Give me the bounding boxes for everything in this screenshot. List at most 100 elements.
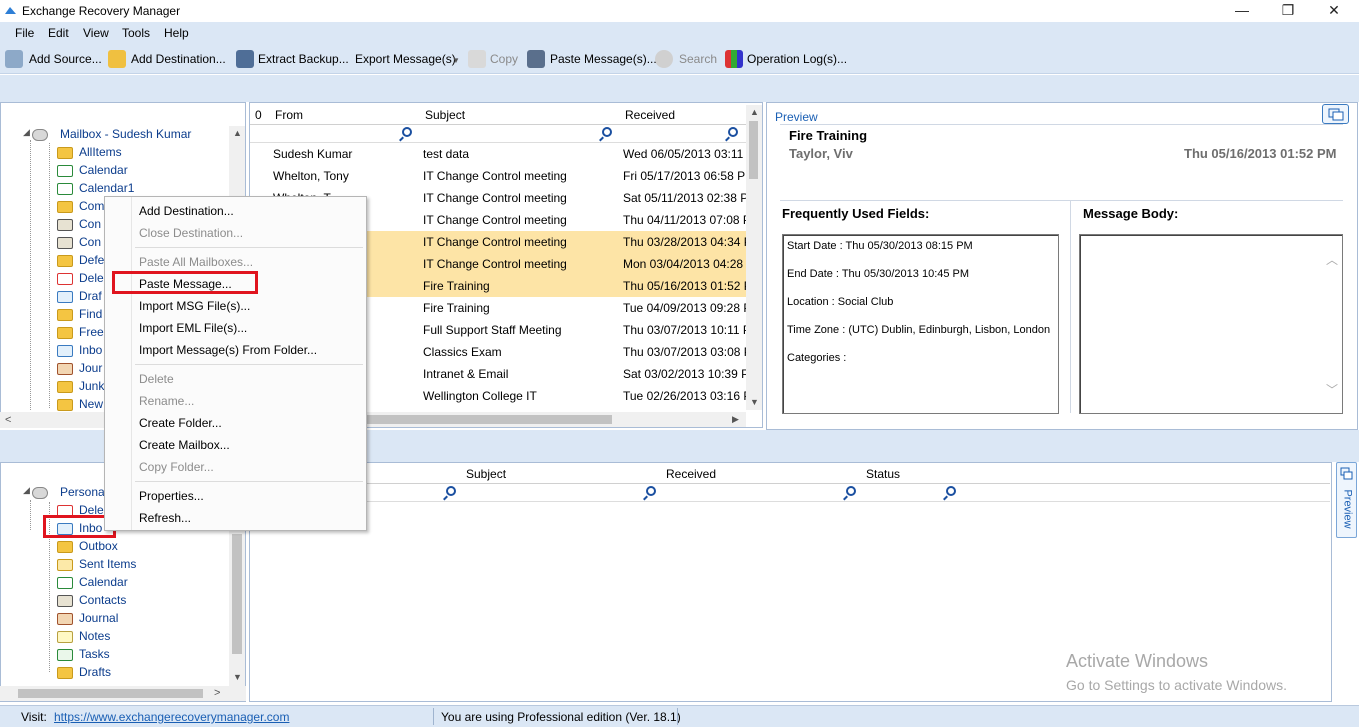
- filter-search-icon[interactable]: [946, 486, 956, 496]
- menu-import-from-folder[interactable]: Import Message(s) From Folder...: [139, 343, 317, 357]
- menu-rename[interactable]: Rename...: [139, 394, 194, 408]
- filter-row: [250, 125, 746, 143]
- close-button[interactable]: ✕: [1311, 0, 1357, 22]
- inbox-icon: [57, 345, 73, 357]
- scroll-up-icon[interactable]: ▲: [750, 107, 759, 117]
- message-grid-header: 0 From Subject Received: [250, 105, 746, 125]
- message-body-box[interactable]: ︿ ﹀: [1079, 234, 1343, 414]
- from-column-header[interactable]: From: [275, 108, 303, 122]
- dest-received-column-header[interactable]: Received: [666, 467, 716, 481]
- scroll-left-icon[interactable]: <: [5, 414, 11, 426]
- fields-title: Frequently Used Fields:: [782, 206, 930, 221]
- attachment-column-icon[interactable]: 0: [255, 108, 262, 122]
- filter-search-icon[interactable]: [446, 486, 456, 496]
- menu-create-mailbox[interactable]: Create Mailbox...: [139, 438, 230, 452]
- add-destination-button[interactable]: Add Destination...: [131, 52, 226, 66]
- scroll-up-icon[interactable]: ︿: [1326, 251, 1338, 268]
- calendar-icon: [57, 183, 73, 195]
- filter-received-search-icon[interactable]: [728, 127, 738, 137]
- contacts-icon: [57, 237, 73, 249]
- table-row[interactable]: Sudesh Kumar test data Wed 06/05/2013 03:1…: [250, 143, 747, 165]
- scroll-thumb[interactable]: [362, 415, 612, 424]
- dest-status-column-header[interactable]: Status: [866, 467, 900, 481]
- preview-tab[interactable]: Preview: [775, 110, 818, 124]
- tasks-icon: [57, 649, 73, 661]
- minimize-button[interactable]: —: [1219, 0, 1265, 22]
- scroll-thumb[interactable]: [18, 689, 203, 698]
- field-location: Location : Social Club: [787, 296, 894, 308]
- destination-tree-hscroll[interactable]: >: [0, 686, 246, 701]
- menu-refresh[interactable]: Refresh...: [139, 511, 191, 525]
- calendar-icon: [57, 165, 73, 177]
- scroll-right-icon[interactable]: >: [214, 687, 220, 699]
- body-title: Message Body:: [1083, 206, 1179, 221]
- table-row[interactable]: Whelton, Tony IT Change Control meeting Fr…: [250, 165, 747, 187]
- drafts-icon: [57, 291, 73, 303]
- popout-button[interactable]: [1322, 104, 1349, 124]
- scroll-thumb[interactable]: [749, 121, 758, 179]
- filter-subject-search-icon[interactable]: [602, 127, 612, 137]
- scroll-thumb[interactable]: [232, 534, 242, 654]
- menu-add-destination[interactable]: Add Destination...: [139, 204, 234, 218]
- filter-search-icon[interactable]: [646, 486, 656, 496]
- activation-watermark-title: Activate Windows: [1066, 651, 1209, 671]
- search-button[interactable]: Search: [679, 52, 717, 66]
- side-preview-tab[interactable]: Preview: [1336, 462, 1357, 538]
- folder-icon: [57, 327, 73, 339]
- scroll-up-icon[interactable]: ▲: [233, 128, 242, 138]
- paste-messages-button[interactable]: Paste Message(s)...: [550, 52, 657, 66]
- menu-copy-folder[interactable]: Copy Folder...: [139, 460, 214, 474]
- filter-from-search-icon[interactable]: [402, 127, 412, 137]
- menu-import-msg[interactable]: Import MSG File(s)...: [139, 299, 250, 313]
- menu-create-folder[interactable]: Create Folder...: [139, 416, 222, 430]
- paste-message-highlight-box: [112, 271, 258, 294]
- menu-edit[interactable]: Edit: [48, 26, 69, 40]
- sent-items-icon: [57, 559, 73, 571]
- copy-button[interactable]: Copy: [490, 52, 518, 66]
- subject-column-header[interactable]: Subject: [425, 108, 465, 122]
- menu-file[interactable]: File: [15, 26, 34, 40]
- menu-help[interactable]: Help: [164, 26, 189, 40]
- filter-search-icon[interactable]: [846, 486, 856, 496]
- received-column-header[interactable]: Received: [625, 108, 675, 122]
- field-start-date: Start Date : Thu 05/30/2013 08:15 PM: [787, 240, 973, 252]
- copy-icon: [468, 50, 486, 68]
- menu-paste-all-mailboxes[interactable]: Paste All Mailboxes...: [139, 255, 253, 269]
- maximize-button[interactable]: ❐: [1265, 0, 1311, 22]
- message-grid-vscroll[interactable]: ▲ ▼: [746, 105, 762, 410]
- preview-sender: Taylor, Viv: [789, 146, 853, 161]
- scroll-down-icon[interactable]: ﹀: [1326, 381, 1338, 398]
- website-link[interactable]: https://www.exchangerecoverymanager.com: [54, 710, 289, 724]
- mailbox-icon: [32, 487, 48, 499]
- collapse-icon[interactable]: ◢: [23, 127, 30, 138]
- collapse-icon[interactable]: ◢: [23, 485, 30, 496]
- operation-logs-button[interactable]: Operation Log(s)...: [747, 52, 847, 66]
- scroll-down-icon[interactable]: ▼: [233, 672, 242, 682]
- fields-box: Start Date : Thu 05/30/2013 08:15 PM End…: [782, 234, 1059, 414]
- field-time-zone: Time Zone : (UTC) Dublin, Edinburgh, Lis…: [787, 324, 1051, 336]
- visit-label: Visit:: [21, 710, 47, 724]
- dest-subject-column-header[interactable]: Subject: [466, 467, 506, 481]
- field-end-date: End Date : Thu 05/30/2013 10:45 PM: [787, 268, 970, 280]
- field-categories: Categories :: [787, 352, 847, 364]
- edition-text: You are using Professional edition (Ver.…: [441, 710, 681, 724]
- menu-import-eml[interactable]: Import EML File(s)...: [139, 321, 247, 335]
- export-dropdown-icon[interactable]: ▼: [452, 56, 460, 65]
- menu-view[interactable]: View: [83, 26, 109, 40]
- popout-icon: [1328, 108, 1344, 121]
- menu-close-destination[interactable]: Close Destination...: [139, 226, 243, 240]
- scroll-right-icon[interactable]: ▶: [732, 414, 739, 425]
- menu-delete[interactable]: Delete: [139, 372, 174, 386]
- add-destination-icon: [108, 50, 126, 68]
- menu-properties[interactable]: Properties...: [139, 489, 204, 503]
- drafts-icon: [57, 667, 73, 679]
- folder-icon: [57, 147, 73, 159]
- calendar-icon: [57, 577, 73, 589]
- scroll-down-icon[interactable]: ▼: [750, 397, 759, 407]
- folder-icon: [57, 255, 73, 267]
- add-source-button[interactable]: Add Source...: [29, 52, 102, 66]
- extract-backup-button[interactable]: Extract Backup...: [258, 52, 349, 66]
- export-messages-button[interactable]: Export Message(s): [355, 52, 456, 66]
- add-source-icon: [5, 50, 23, 68]
- menu-tools[interactable]: Tools: [122, 26, 150, 40]
